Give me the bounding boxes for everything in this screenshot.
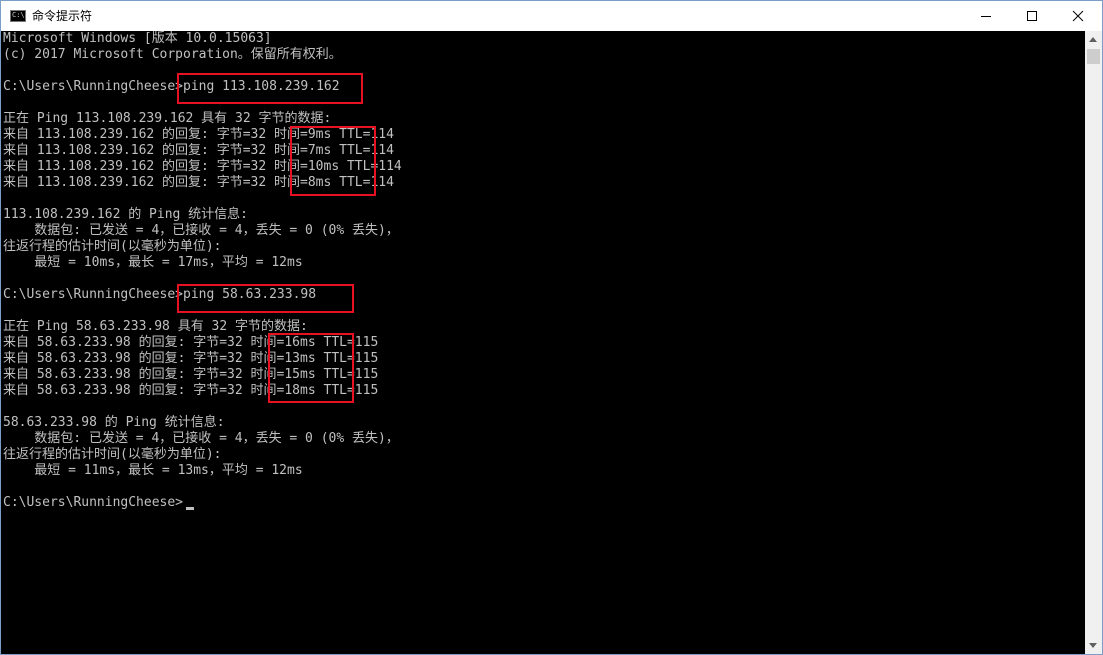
console-output[interactable]: Microsoft Windows [版本 10.0.15063] (c) 20… [1,31,1085,654]
console-line: Microsoft Windows [版本 10.0.15063] [3,31,272,46]
console-line: 往返行程的估计时间(以毫秒为单位): [3,447,222,462]
console-line-prompt: C:\Users\RunningCheese> [3,495,184,510]
app-icon-text: C:\ [12,11,25,19]
window-title: 命令提示符 [32,9,93,23]
highlight-box-ping-cmd-1 [177,73,363,104]
cmd-window: C:\ 命令提示符 Microsoft Windows [版本 10.0.150… [0,0,1103,655]
highlight-box-ping-cmd-2 [177,284,354,313]
close-button[interactable] [1055,1,1101,31]
minimize-icon [981,16,991,17]
console-line: 数据包: 已发送 = 4，已接收 = 4，丢失 = 0 (0% 丢失)， [3,431,399,446]
console-line: 数据包: 已发送 = 4，已接收 = 4，丢失 = 0 (0% 丢失)， [3,223,399,238]
console-app-icon[interactable]: C:\ [10,10,26,22]
console-line: (c) 2017 Microsoft Corporation。保留所有权利。 [3,47,342,62]
scrollbar-thumb[interactable] [1087,49,1100,64]
highlight-box-times-2 [268,333,354,403]
vertical-scrollbar[interactable] [1085,31,1102,654]
title-bar[interactable]: C:\ 命令提示符 [1,1,1102,31]
minimize-button[interactable] [963,1,1009,31]
scroll-down-arrow-icon[interactable] [1085,637,1102,654]
highlight-box-times-1 [290,126,376,196]
text-cursor [186,507,194,510]
close-icon [1072,10,1084,22]
console-line: 最短 = 10ms，最长 = 17ms，平均 = 12ms [3,255,303,270]
maximize-button[interactable] [1009,1,1055,31]
maximize-icon [1027,11,1037,21]
console-line: 113.108.239.162 的 Ping 统计信息: [3,207,249,222]
console-line: 最短 = 11ms，最长 = 13ms，平均 = 12ms [3,463,303,478]
console-line: 58.63.233.98 的 Ping 统计信息: [3,415,225,430]
console-line: 正在 Ping 58.63.233.98 具有 32 字节的数据: [3,319,308,334]
console-line: 往返行程的估计时间(以毫秒为单位): [3,239,222,254]
console-line: 正在 Ping 113.108.239.162 具有 32 字节的数据: [3,111,332,126]
scroll-up-arrow-icon[interactable] [1085,31,1102,48]
